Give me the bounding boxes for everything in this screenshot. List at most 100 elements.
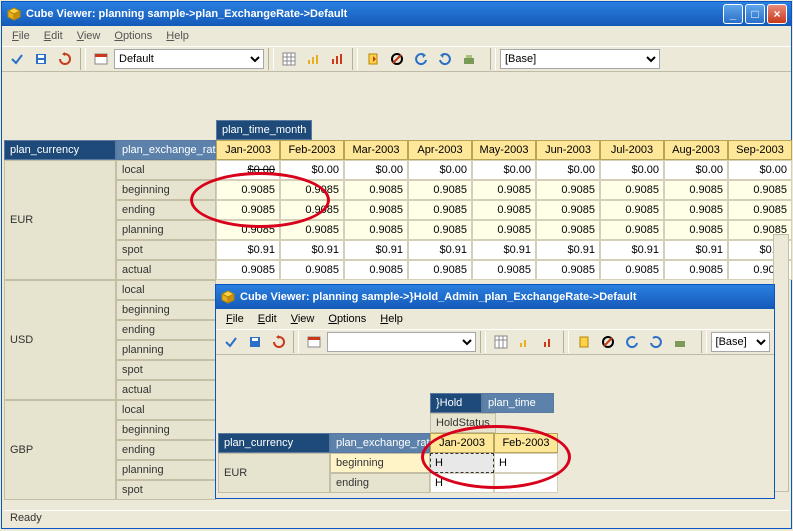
month-header-6[interactable]: Jul-2003 [600, 140, 664, 160]
cell-eur-planning-3[interactable]: 0.9085 [408, 220, 472, 240]
cell-eur-planning-4[interactable]: 0.9085 [472, 220, 536, 240]
sub-menu-view[interactable]: View [285, 311, 321, 327]
calendar-icon[interactable] [90, 48, 112, 70]
rate-row-gbp-ending[interactable]: ending [116, 440, 216, 460]
check-icon[interactable] [220, 331, 242, 353]
sandbox-icon[interactable] [458, 48, 480, 70]
chart2-icon[interactable] [538, 331, 560, 353]
month-header-5[interactable]: Jun-2003 [536, 140, 600, 160]
cell-eur-local-1[interactable]: $0.00 [280, 160, 344, 180]
sub-dim-rate[interactable]: plan_exchange_rate [330, 433, 430, 453]
sub-cell-beg-jan[interactable]: H [430, 453, 494, 473]
cell-eur-spot-6[interactable]: $0.91 [600, 240, 664, 260]
cell-eur-beginning-6[interactable]: 0.9085 [600, 180, 664, 200]
month-header-4[interactable]: May-2003 [472, 140, 536, 160]
grid-icon[interactable] [278, 48, 300, 70]
month-header-0[interactable]: Jan-2003 [216, 140, 280, 160]
cell-eur-ending-4[interactable]: 0.9085 [472, 200, 536, 220]
cell-eur-spot-1[interactable]: $0.91 [280, 240, 344, 260]
export-icon[interactable] [362, 48, 384, 70]
rate-row-eur-actual[interactable]: actual [116, 260, 216, 280]
rate-row-gbp-planning[interactable]: planning [116, 460, 216, 480]
cell-eur-actual-4[interactable]: 0.9085 [472, 260, 536, 280]
chart-icon[interactable] [514, 331, 536, 353]
sub-sandbox-combo[interactable]: [Base] [711, 332, 771, 352]
sub-menu-edit[interactable]: Edit [252, 311, 283, 327]
month-header-1[interactable]: Feb-2003 [280, 140, 344, 160]
dim-header-time-month[interactable]: plan_time_month [216, 120, 312, 140]
cell-eur-local-0[interactable]: $0.00 [216, 160, 280, 180]
cell-eur-ending-5[interactable]: 0.9085 [536, 200, 600, 220]
rate-row-usd-local[interactable]: local [116, 280, 216, 300]
chart2-icon[interactable] [326, 48, 348, 70]
save-icon[interactable] [30, 48, 52, 70]
month-header-2[interactable]: Mar-2003 [344, 140, 408, 160]
cell-eur-beginning-1[interactable]: 0.9085 [280, 180, 344, 200]
cell-eur-ending-7[interactable]: 0.9085 [664, 200, 728, 220]
recalc-icon[interactable] [54, 48, 76, 70]
sub-view-combo[interactable] [327, 332, 476, 352]
cell-eur-spot-7[interactable]: $0.91 [664, 240, 728, 260]
cell-eur-ending-1[interactable]: 0.9085 [280, 200, 344, 220]
cell-eur-actual-6[interactable]: 0.9085 [600, 260, 664, 280]
check-icon[interactable] [6, 48, 28, 70]
cell-eur-beginning-4[interactable]: 0.9085 [472, 180, 536, 200]
save-icon[interactable] [244, 331, 266, 353]
cell-eur-actual-5[interactable]: 0.9085 [536, 260, 600, 280]
vertical-scrollbar[interactable] [773, 234, 789, 492]
cell-eur-actual-0[interactable]: 0.9085 [216, 260, 280, 280]
cell-eur-spot-3[interactable]: $0.91 [408, 240, 472, 260]
redo-icon[interactable] [645, 331, 667, 353]
month-header-7[interactable]: Aug-2003 [664, 140, 728, 160]
dim-header-hold[interactable]: }Hold [430, 393, 482, 413]
cell-eur-ending-0[interactable]: 0.9085 [216, 200, 280, 220]
currency-gbp[interactable]: GBP [4, 400, 116, 500]
close-button[interactable]: × [767, 4, 787, 24]
cell-eur-local-4[interactable]: $0.00 [472, 160, 536, 180]
minimize-button[interactable]: _ [723, 4, 743, 24]
month-header-3[interactable]: Apr-2003 [408, 140, 472, 160]
cell-eur-actual-2[interactable]: 0.9085 [344, 260, 408, 280]
cell-eur-beginning-2[interactable]: 0.9085 [344, 180, 408, 200]
holdstatus-label[interactable]: HoldStatus [430, 413, 496, 433]
rate-row-usd-beginning[interactable]: beginning [116, 300, 216, 320]
rate-row-usd-spot[interactable]: spot [116, 360, 216, 380]
sub-titlebar[interactable]: Cube Viewer: planning sample->}Hold_Admi… [216, 285, 774, 309]
month-header-8[interactable]: Sep-2003 [728, 140, 792, 160]
rate-row-eur-beginning[interactable]: beginning [116, 180, 216, 200]
menu-file[interactable]: File [6, 28, 36, 44]
sub-cell-end-jan[interactable]: H [430, 473, 494, 493]
redo-icon[interactable] [434, 48, 456, 70]
undo-icon[interactable] [410, 48, 432, 70]
sandbox-combo[interactable]: [Base] [500, 49, 660, 69]
cell-eur-local-6[interactable]: $0.00 [600, 160, 664, 180]
cell-eur-ending-2[interactable]: 0.9085 [344, 200, 408, 220]
cell-eur-local-2[interactable]: $0.00 [344, 160, 408, 180]
export-icon[interactable] [573, 331, 595, 353]
cell-eur-spot-5[interactable]: $0.91 [536, 240, 600, 260]
cell-eur-beginning-3[interactable]: 0.9085 [408, 180, 472, 200]
sub-month-feb[interactable]: Feb-2003 [494, 433, 558, 453]
menu-edit[interactable]: Edit [38, 28, 69, 44]
dim-header-plan-time[interactable]: plan_time [482, 393, 554, 413]
maximize-button[interactable]: □ [745, 4, 765, 24]
rate-row-eur-ending[interactable]: ending [116, 200, 216, 220]
currency-usd[interactable]: USD [4, 280, 116, 400]
rate-row-eur-local[interactable]: local [116, 160, 216, 180]
cell-eur-beginning-7[interactable]: 0.9085 [664, 180, 728, 200]
cell-eur-actual-7[interactable]: 0.9085 [664, 260, 728, 280]
sub-menu-help[interactable]: Help [374, 311, 409, 327]
rate-row-eur-planning[interactable]: planning [116, 220, 216, 240]
cell-eur-beginning-8[interactable]: 0.9085 [728, 180, 792, 200]
cell-eur-actual-3[interactable]: 0.9085 [408, 260, 472, 280]
cell-eur-spot-4[interactable]: $0.91 [472, 240, 536, 260]
dim-header-rate[interactable]: plan_exchange_rate [116, 140, 216, 160]
cell-eur-actual-1[interactable]: 0.9085 [280, 260, 344, 280]
sub-cell-end-feb[interactable] [494, 473, 558, 493]
zero-icon[interactable] [386, 48, 408, 70]
cell-eur-beginning-0[interactable]: 0.9085 [216, 180, 280, 200]
sub-menu-options[interactable]: Options [322, 311, 372, 327]
zero-icon[interactable] [597, 331, 619, 353]
grid-icon[interactable] [490, 331, 512, 353]
menu-help[interactable]: Help [160, 28, 195, 44]
